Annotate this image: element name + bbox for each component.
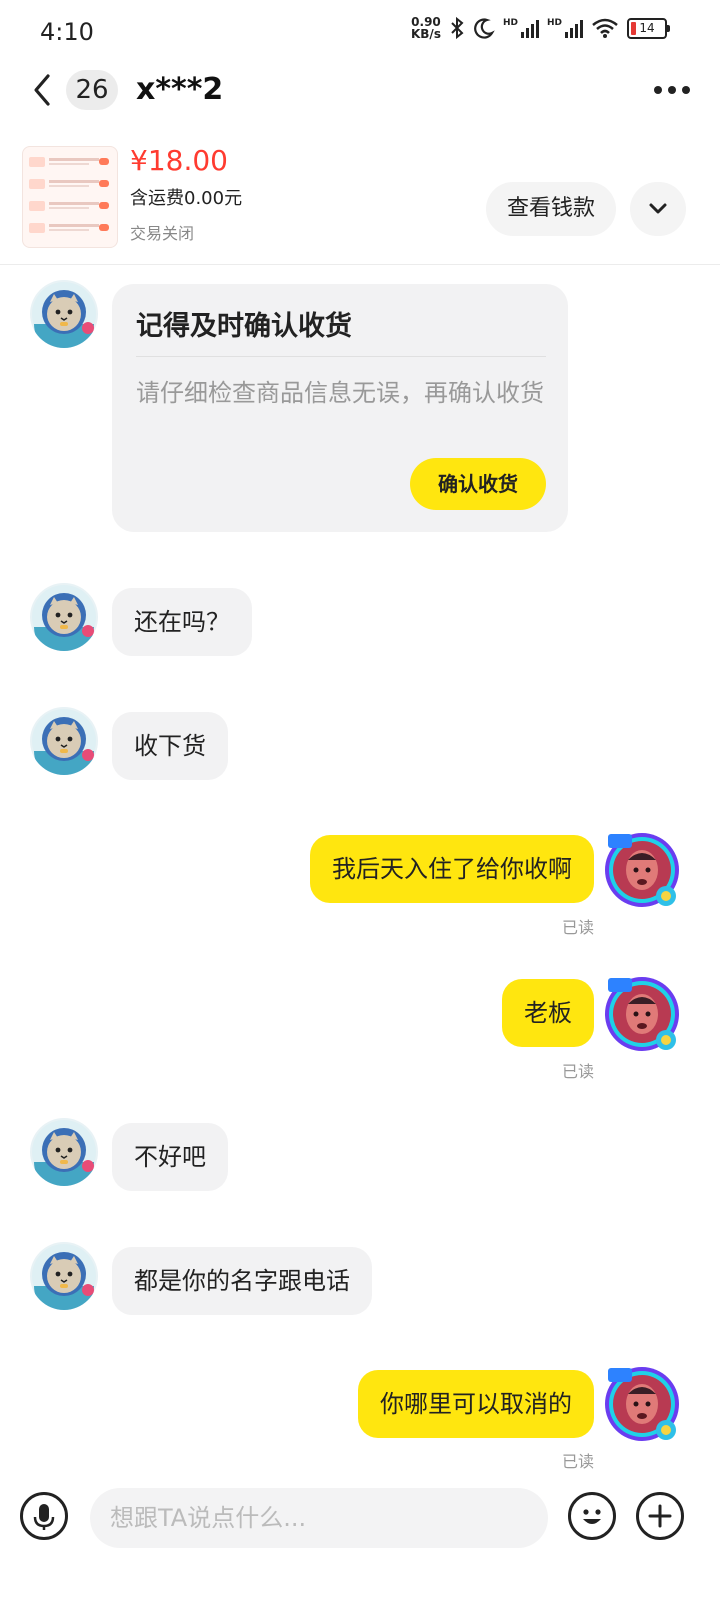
user-avatar[interactable] bbox=[604, 1366, 680, 1442]
read-receipt: 已读 bbox=[561, 918, 594, 937]
cat-avatar-icon bbox=[32, 709, 96, 775]
card-description: 请仔细检查商品信息无误，再确认收货 bbox=[136, 379, 544, 407]
message-bubble-left[interactable]: 还在吗？ bbox=[112, 588, 252, 656]
network-speed-unit: KB/s bbox=[410, 27, 441, 41]
card-divider bbox=[136, 356, 546, 357]
seller-avatar[interactable] bbox=[30, 280, 98, 348]
seller-avatar[interactable] bbox=[30, 1118, 98, 1186]
card-title: 记得及时确认收货 bbox=[136, 311, 352, 342]
read-receipt: 已读 bbox=[561, 1452, 594, 1471]
smiley-icon bbox=[583, 1509, 601, 1524]
chat-header: 26 x***2 bbox=[0, 60, 720, 120]
cat-avatar-icon bbox=[32, 282, 96, 348]
view-payment-button[interactable]: 查看钱款 bbox=[486, 182, 616, 236]
moon-icon bbox=[474, 18, 495, 39]
message-bubble-left[interactable]: 不好吧 bbox=[112, 1123, 228, 1191]
expand-button[interactable] bbox=[630, 182, 686, 236]
product-price: ¥18.00 bbox=[130, 144, 228, 177]
user-photo-avatar-icon bbox=[605, 977, 679, 1051]
status-icons: 0.90 KB/s HD HD 14 bbox=[411, 16, 670, 40]
plus-icon bbox=[648, 1504, 672, 1528]
product-thumbnail[interactable] bbox=[22, 146, 118, 248]
user-avatar[interactable] bbox=[604, 832, 680, 908]
message-bubble-left[interactable]: 都是你的名字跟电话 bbox=[112, 1247, 372, 1315]
user-avatar[interactable] bbox=[604, 976, 680, 1052]
signal-icon-2: HD bbox=[547, 18, 583, 38]
read-receipt: 已读 bbox=[561, 1062, 594, 1081]
battery-level: 14 bbox=[639, 20, 655, 35]
status-time: 4:10 bbox=[40, 18, 94, 46]
seller-avatar[interactable] bbox=[30, 583, 98, 651]
message-bubble-right[interactable]: 你哪里可以取消的 bbox=[358, 1370, 594, 1438]
bluetooth-icon bbox=[451, 16, 464, 40]
shipping-fee: 含运费0.00元 bbox=[130, 188, 243, 209]
user-photo-avatar-icon bbox=[605, 833, 679, 907]
emoji-button[interactable] bbox=[568, 1492, 616, 1540]
user-photo-avatar-icon bbox=[605, 1367, 679, 1441]
confirm-receipt-button[interactable]: 确认收货 bbox=[410, 458, 546, 510]
message-bubble-right[interactable]: 老板 bbox=[502, 979, 594, 1047]
signal-icon: HD bbox=[503, 18, 539, 38]
cat-avatar-icon bbox=[32, 1244, 96, 1310]
status-bar: 4:10 0.90 KB/s HD HD 14 bbox=[0, 0, 720, 64]
network-speed: 0.90 KB/s bbox=[411, 16, 441, 40]
cat-avatar-icon bbox=[32, 585, 96, 651]
message-bubble-right[interactable]: 我后天入住了给你收啊 bbox=[310, 835, 594, 903]
seller-avatar[interactable] bbox=[30, 707, 98, 775]
back-arrow-icon[interactable] bbox=[28, 70, 58, 110]
input-bar bbox=[0, 1474, 720, 1600]
confirm-receipt-card: 记得及时确认收货 请仔细检查商品信息无误，再确认收货 确认收货 bbox=[112, 284, 568, 532]
more-actions-button[interactable] bbox=[636, 1492, 684, 1540]
chat-title: x***2 bbox=[136, 72, 224, 107]
more-options-icon[interactable] bbox=[652, 78, 692, 102]
wifi-icon bbox=[592, 18, 618, 38]
chevron-down-icon bbox=[649, 203, 667, 214]
battery-icon: 14 bbox=[627, 17, 670, 39]
seller-avatar[interactable] bbox=[30, 1242, 98, 1310]
message-bubble-left[interactable]: 收下货 bbox=[112, 712, 228, 780]
microphone-icon bbox=[33, 1504, 55, 1530]
voice-button[interactable] bbox=[20, 1492, 68, 1540]
unread-count-badge[interactable]: 26 bbox=[66, 70, 118, 110]
trade-status: 交易关闭 bbox=[130, 224, 195, 243]
product-card[interactable]: ¥18.00 含运费0.00元 交易关闭 查看钱款 bbox=[0, 130, 720, 265]
cat-avatar-icon bbox=[32, 1120, 96, 1186]
message-input[interactable] bbox=[90, 1488, 548, 1548]
